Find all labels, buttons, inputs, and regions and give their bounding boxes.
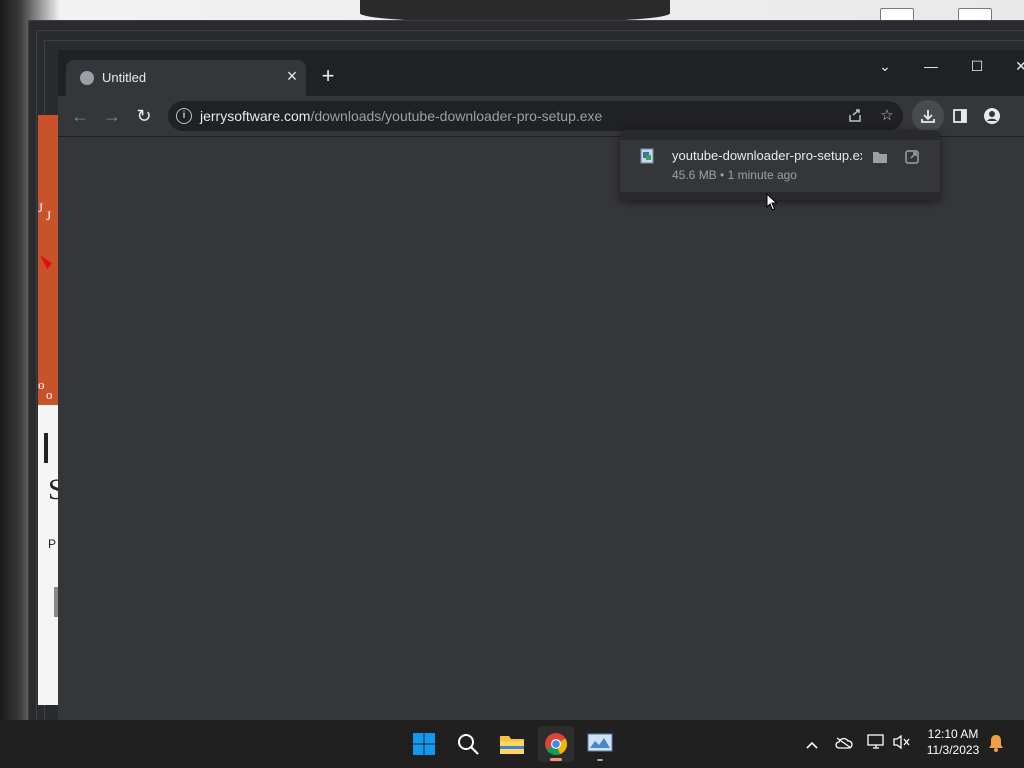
chevron-up-icon[interactable]: [802, 734, 822, 754]
clock-time: 12:10 AM: [927, 727, 979, 741]
star-icon[interactable]: ☆: [878, 107, 896, 125]
download-button[interactable]: [912, 100, 944, 132]
download-file-name: youtube-downloader-pro-setup.exe: [672, 148, 862, 163]
url-text[interactable]: jerrysoftware.com/downloads/youtube-down…: [200, 108, 602, 124]
background-text: o: [46, 387, 53, 402]
background-text: J: [46, 208, 52, 223]
onedrive-icon[interactable]: [834, 734, 854, 754]
tab-title: Untitled: [102, 70, 147, 85]
back-button[interactable]: ←: [68, 104, 92, 128]
background-text: P: [48, 537, 57, 551]
start-button[interactable]: [406, 726, 442, 762]
download-bubble: youtube-downloader-pro-setup.exe 45.6 MB…: [620, 130, 940, 200]
app-icon: [587, 733, 613, 752]
forward-button[interactable]: →: [100, 104, 124, 128]
tab-search-button[interactable]: ⌄: [870, 56, 900, 76]
meta-separator: •: [720, 168, 725, 182]
windows-start-icon: [413, 733, 435, 755]
folder-icon[interactable]: [872, 150, 888, 164]
background-text: J: [38, 200, 44, 215]
share-icon[interactable]: [846, 107, 864, 125]
url-host: jerrysoftware.com: [200, 108, 311, 124]
browser-window[interactable]: Untitled × + ⌄ — ☐ ✕ ← → ↻ i jerrysoftwa…: [58, 50, 1024, 720]
close-window-button[interactable]: ✕: [1006, 56, 1024, 76]
url-path: /downloads/youtube-downloader-pro-setup.…: [310, 108, 603, 124]
running-app-indicator: [597, 759, 603, 761]
volume-muted-icon[interactable]: [892, 734, 912, 754]
system-clock[interactable]: 12:10 AM 11/3/2023: [918, 726, 988, 758]
desktop-wallpaper-shape: [360, 0, 670, 22]
background-page-body: S P: [38, 405, 65, 705]
profile-icon[interactable]: [980, 104, 1004, 128]
taskbar-search-button[interactable]: [450, 726, 486, 762]
open-external-icon[interactable]: [904, 149, 920, 165]
reload-button[interactable]: ↻: [132, 104, 156, 128]
clock-date: 11/3/2023: [926, 743, 980, 757]
mouse-cursor-icon: [766, 193, 778, 211]
maximize-button[interactable]: ☐: [962, 56, 992, 76]
download-size: 45.6 MB: [672, 168, 717, 182]
tab-untitled[interactable]: Untitled ×: [66, 60, 306, 96]
download-item[interactable]: youtube-downloader-pro-setup.exe 45.6 MB…: [620, 140, 940, 192]
taskbar: 12:10 AM 11/3/2023: [0, 720, 1024, 768]
new-tab-button[interactable]: +: [316, 64, 340, 88]
file-explorer-icon: [500, 736, 524, 754]
download-meta: 45.6 MB • 1 minute ago: [672, 168, 797, 182]
background-logo: [40, 255, 52, 269]
background-page-banner: J J o o: [38, 115, 58, 405]
minimize-button[interactable]: —: [916, 56, 946, 76]
file-explorer-button[interactable]: [494, 726, 530, 762]
title-bar[interactable]: Untitled × + ⌄ — ☐ ✕: [58, 50, 1024, 96]
chrome-taskbar-button[interactable]: [538, 726, 574, 762]
notification-bell-icon[interactable]: [986, 734, 1006, 754]
network-icon[interactable]: [866, 734, 886, 754]
search-icon: [458, 734, 479, 755]
app-taskbar-button[interactable]: [582, 726, 618, 762]
installer-file-icon: [640, 148, 654, 164]
background-text: o: [38, 377, 45, 392]
tab-close-button[interactable]: ×: [282, 66, 302, 86]
active-app-indicator: [550, 758, 562, 761]
globe-icon: [80, 71, 94, 85]
download-icon: [921, 110, 935, 123]
address-bar[interactable]: i jerrysoftware.com/downloads/youtube-do…: [168, 101, 903, 131]
info-icon[interactable]: i: [176, 108, 192, 124]
background-divider: [44, 433, 48, 463]
sidepanel-icon[interactable]: [948, 104, 972, 128]
download-time: 1 minute ago: [727, 168, 797, 182]
chrome-icon: [545, 733, 568, 756]
